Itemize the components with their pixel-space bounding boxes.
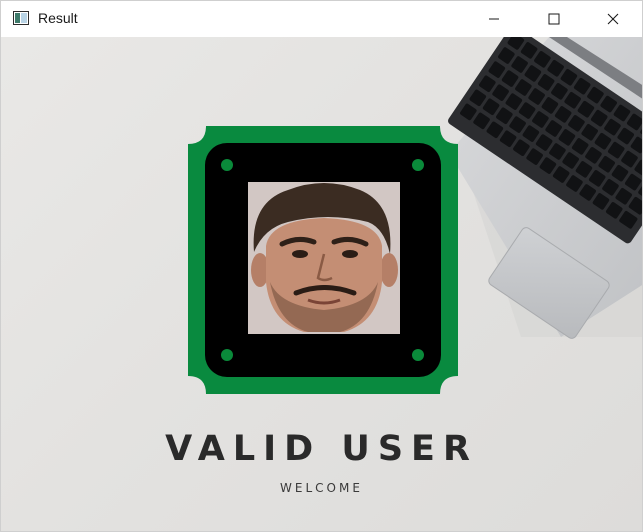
valid-user-heading: VALID USER bbox=[165, 429, 478, 469]
close-icon bbox=[607, 13, 619, 25]
user-face-photo bbox=[248, 182, 400, 334]
close-button[interactable] bbox=[590, 1, 636, 37]
title-bar[interactable]: Result bbox=[1, 1, 642, 37]
badge-dot-bottom-left bbox=[221, 349, 233, 361]
result-image-canvas: VALID USER WELCOME bbox=[1, 37, 642, 531]
result-window: Result VALID USER WELCOME bbox=[0, 0, 643, 532]
badge-dot-top-left bbox=[221, 159, 233, 171]
welcome-subheading: WELCOME bbox=[280, 481, 363, 495]
minimize-button[interactable] bbox=[471, 1, 517, 37]
minimize-icon bbox=[489, 18, 499, 20]
maximize-icon bbox=[548, 13, 560, 25]
app-window-icon bbox=[13, 11, 29, 25]
maximize-button[interactable] bbox=[531, 1, 577, 37]
window-title: Result bbox=[38, 10, 78, 26]
badge-dot-top-right bbox=[412, 159, 424, 171]
badge-dot-bottom-right bbox=[412, 349, 424, 361]
